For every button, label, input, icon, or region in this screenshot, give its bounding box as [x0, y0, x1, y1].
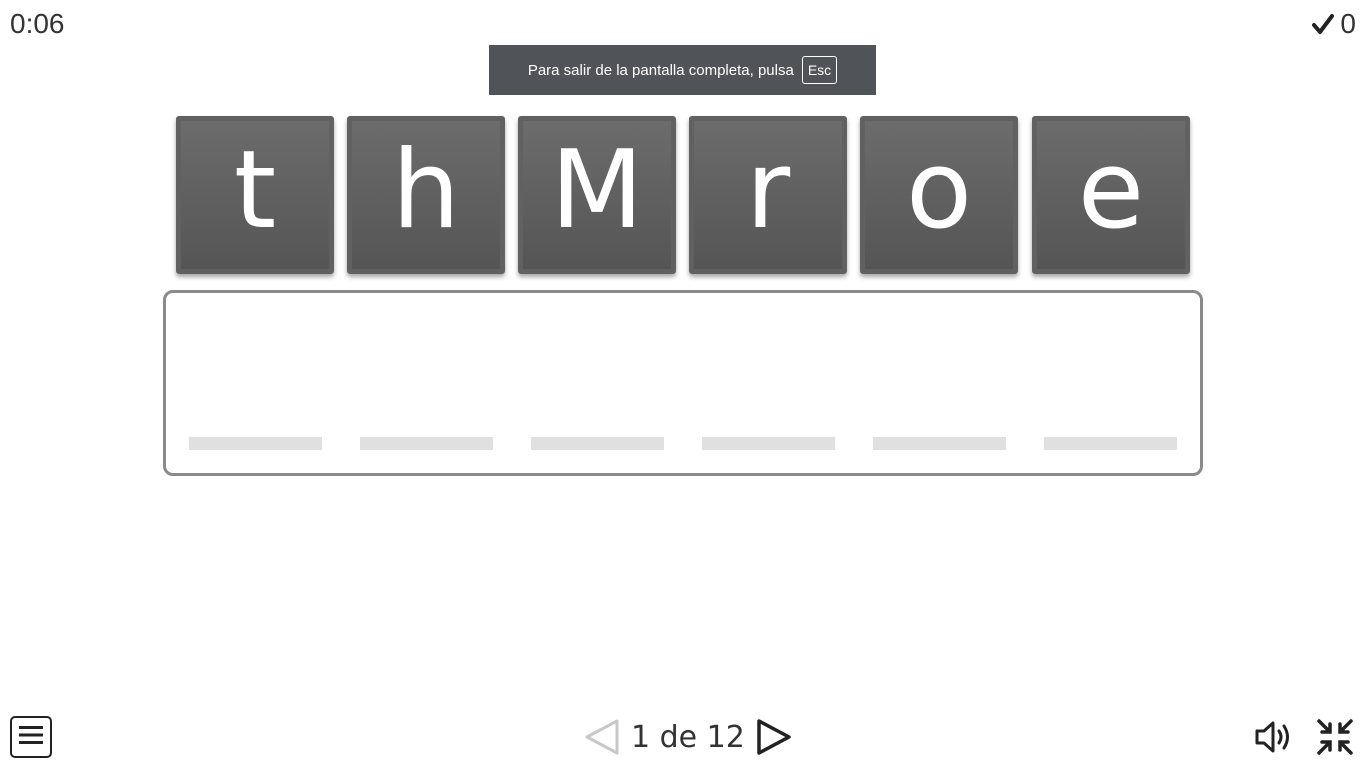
letter-tile-label: e — [1077, 128, 1145, 253]
answer-slot[interactable] — [702, 437, 835, 450]
letter-tile-label: o — [905, 128, 973, 253]
letter-tile-label: M — [550, 128, 644, 253]
sound-button[interactable] — [1254, 718, 1294, 761]
esc-key-badge: Esc — [801, 56, 838, 84]
answer-slot[interactable] — [873, 437, 1006, 450]
letter-tile-label: r — [745, 128, 791, 253]
exit-fullscreen-button[interactable] — [1316, 718, 1354, 761]
exit-fullscreen-icon — [1316, 719, 1354, 760]
menu-button[interactable] — [10, 716, 52, 758]
letter-tile[interactable]: r — [689, 116, 847, 274]
check-icon — [1312, 13, 1335, 35]
score-display: 0 — [1312, 8, 1356, 40]
letter-tiles: t h M r o e — [176, 116, 1190, 274]
fullscreen-toast: Para salir de la pantalla completa, puls… — [489, 45, 876, 95]
prev-arrow-icon[interactable] — [583, 717, 621, 757]
letter-tile-label: h — [391, 128, 461, 253]
fullscreen-toast-message: Para salir de la pantalla completa, puls… — [527, 61, 794, 79]
letter-tile[interactable]: e — [1032, 116, 1190, 274]
letter-tile[interactable]: o — [860, 116, 1018, 274]
page-indicator: 1 de 12 — [631, 719, 745, 755]
score-value: 0 — [1340, 8, 1356, 39]
letter-tile[interactable]: M — [518, 116, 676, 274]
answer-box — [163, 290, 1203, 476]
letter-tile-label: t — [233, 128, 277, 253]
letter-tile[interactable]: t — [176, 116, 334, 274]
timer: 0:06 — [10, 8, 65, 39]
speaker-icon — [1254, 721, 1294, 760]
letter-tile[interactable]: h — [347, 116, 505, 274]
answer-slot[interactable] — [360, 437, 493, 450]
next-arrow-icon[interactable] — [755, 717, 793, 757]
pagination: 1 de 12 — [583, 714, 793, 760]
answer-slot[interactable] — [1044, 437, 1177, 450]
answer-slot[interactable] — [531, 437, 664, 450]
game-page: 0:06 0 Para salir de la pantalla complet… — [0, 0, 1366, 768]
answer-slot[interactable] — [189, 437, 322, 450]
menu-icon — [18, 723, 44, 752]
